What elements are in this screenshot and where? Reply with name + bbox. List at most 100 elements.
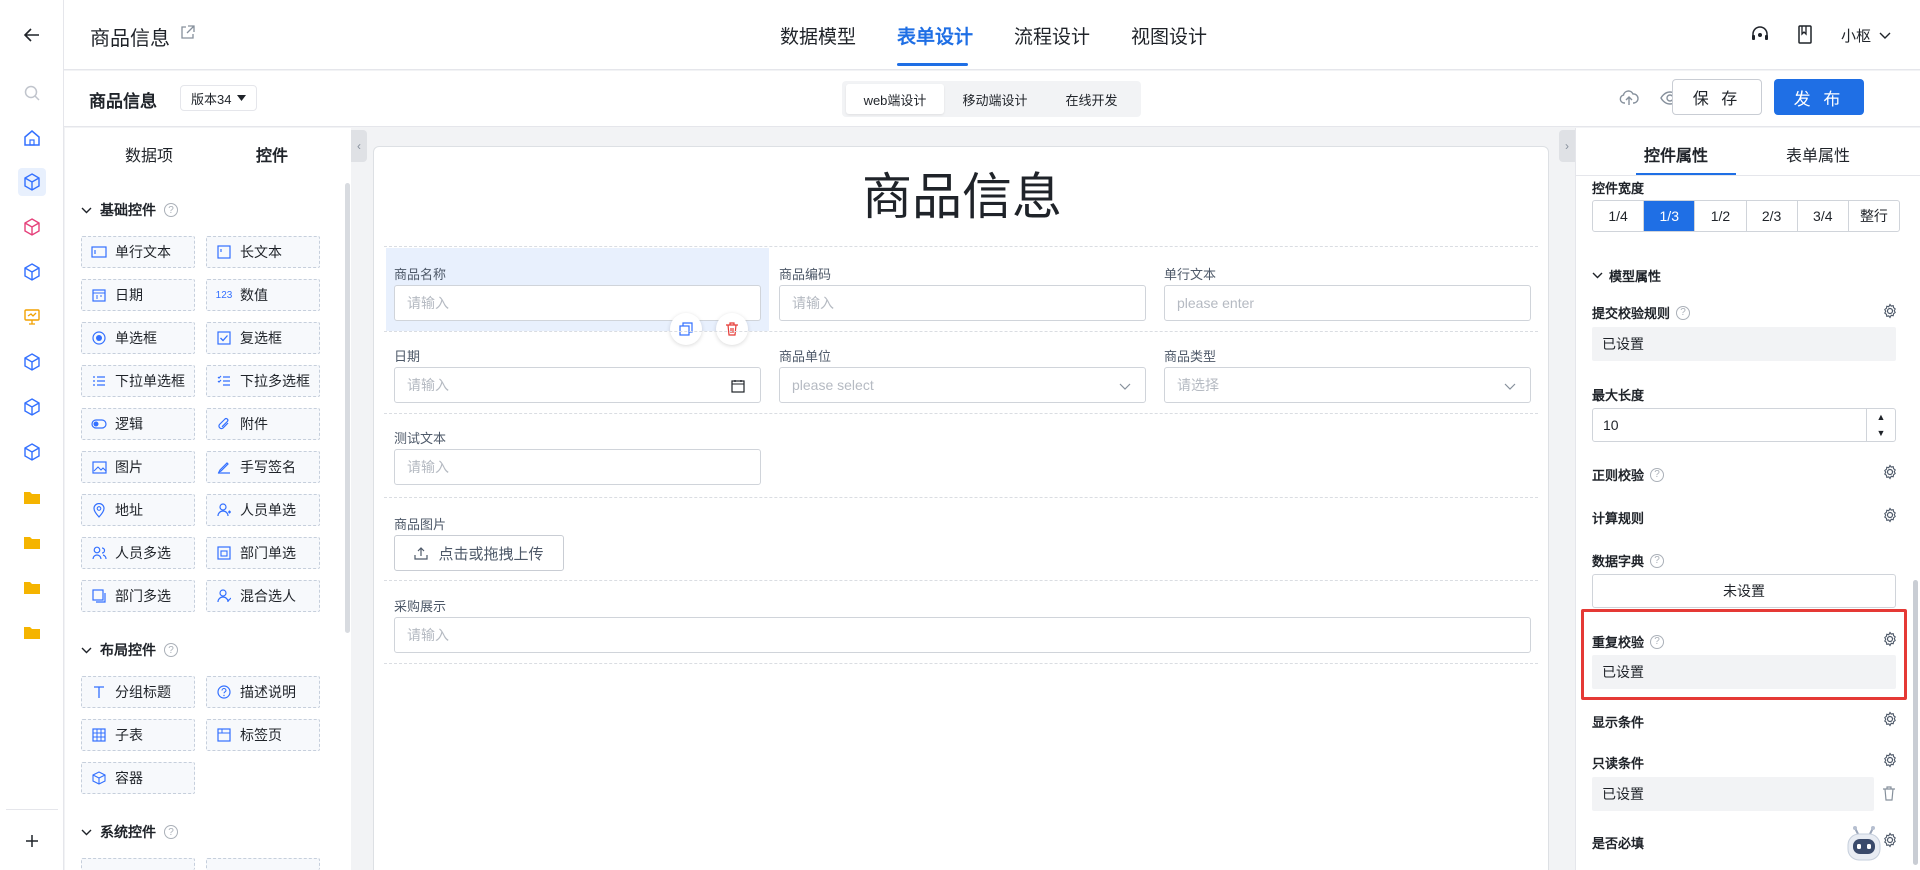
width-option[interactable]: 2/3: [1747, 201, 1798, 231]
scrollbar[interactable]: [1913, 580, 1918, 865]
delete-field-button[interactable]: [716, 313, 748, 345]
field-purchase-display[interactable]: 采购展示 请输入: [394, 596, 1532, 656]
control-single-line-text[interactable]: 单行文本: [81, 236, 195, 268]
tab-data-items[interactable]: 数据项: [125, 142, 173, 166]
cube-icon[interactable]: [18, 348, 46, 376]
control-description[interactable]: 描述说明: [206, 676, 320, 708]
tab-form-design[interactable]: 表单设计: [897, 22, 973, 49]
submit-rule-value[interactable]: 已设置: [1592, 327, 1896, 361]
document-icon[interactable]: [1797, 25, 1813, 45]
field-single-text[interactable]: 单行文本 please enter: [1164, 264, 1532, 324]
readonly-condition-value[interactable]: 已设置: [1592, 777, 1874, 811]
control-user-single[interactable]: 人员单选: [206, 494, 320, 526]
control-dropdown-single[interactable]: 下拉单选框: [81, 365, 195, 397]
control-signature[interactable]: 手写签名: [206, 451, 320, 483]
control-address[interactable]: 地址: [81, 494, 195, 526]
control-container[interactable]: 容器: [81, 762, 195, 794]
gear-icon[interactable]: [1882, 711, 1898, 727]
control-checkbox[interactable]: 复选框: [206, 322, 320, 354]
scrollbar[interactable]: [345, 183, 350, 633]
width-option-selected[interactable]: 1/3: [1644, 201, 1696, 231]
control-partial[interactable]: [206, 858, 320, 870]
cube-icon[interactable]: [18, 438, 46, 466]
duplicate-check-value[interactable]: 已设置: [1592, 655, 1896, 689]
control-partial[interactable]: [81, 858, 195, 870]
field-product-type[interactable]: 商品类型 请选择: [1164, 346, 1532, 406]
dictionary-button[interactable]: 未设置: [1592, 574, 1896, 608]
control-subtable[interactable]: 子表: [81, 719, 195, 751]
tab-data-model[interactable]: 数据模型: [780, 22, 856, 49]
user-menu[interactable]: 小枢: [1841, 25, 1891, 46]
stepper-up-icon[interactable]: ▲: [1877, 412, 1886, 422]
mode-web[interactable]: web端设计: [846, 84, 944, 114]
cube-icon[interactable]: [18, 258, 46, 286]
field-product-unit[interactable]: 商品单位 please select: [779, 346, 1147, 406]
field-date[interactable]: 日期 请输入: [394, 346, 762, 406]
width-option[interactable]: 1/4: [1593, 201, 1645, 231]
control-attachment[interactable]: 附件: [206, 408, 320, 440]
presentation-icon[interactable]: [18, 303, 46, 331]
width-option[interactable]: 3/4: [1798, 201, 1849, 231]
save-button[interactable]: 保 存: [1672, 79, 1762, 115]
control-group-title[interactable]: 分组标题: [81, 676, 195, 708]
search-icon[interactable]: [18, 79, 46, 107]
gear-icon[interactable]: [1882, 303, 1898, 319]
upload-button[interactable]: 点击或拖拽上传: [394, 535, 564, 571]
group-system-controls[interactable]: 系统控件 ?: [81, 822, 178, 842]
gear-icon[interactable]: [1882, 507, 1898, 523]
control-user-multi[interactable]: 人员多选: [81, 537, 195, 569]
test-text-input[interactable]: 请输入: [394, 449, 761, 485]
back-arrow-icon[interactable]: [18, 21, 46, 49]
control-date[interactable]: 日期: [81, 279, 195, 311]
control-long-text[interactable]: 长文本: [206, 236, 320, 268]
tab-control-properties[interactable]: 控件属性: [1644, 142, 1708, 166]
group-layout-controls[interactable]: 布局控件 ?: [81, 640, 178, 660]
copy-field-button[interactable]: [670, 313, 702, 345]
max-length-input[interactable]: 10: [1592, 408, 1896, 442]
control-dept-multi[interactable]: 部门多选: [81, 580, 195, 612]
tab-flow-design[interactable]: 流程设计: [1014, 22, 1090, 49]
stepper-down-icon[interactable]: ▼: [1877, 428, 1886, 438]
gear-icon[interactable]: [1882, 752, 1898, 768]
publish-button[interactable]: 发 布: [1774, 79, 1864, 115]
version-select[interactable]: 版本34: [180, 85, 258, 111]
control-image[interactable]: 图片: [81, 451, 195, 483]
width-option[interactable]: 整行: [1849, 201, 1899, 231]
cube-icon-active[interactable]: [18, 168, 46, 196]
support-headset-icon[interactable]: [1750, 25, 1770, 45]
collapse-left-icon[interactable]: ‹: [351, 130, 367, 162]
folder-icon[interactable]: [18, 574, 46, 602]
cube-icon-pink[interactable]: [18, 213, 46, 241]
folder-icon[interactable]: [18, 529, 46, 557]
cloud-upload-icon[interactable]: [1619, 89, 1639, 107]
control-dropdown-multi[interactable]: 下拉多选框: [206, 365, 320, 397]
field-product-image[interactable]: 商品图片 点击或拖拽上传: [394, 514, 762, 574]
tab-controls[interactable]: 控件: [256, 142, 288, 166]
field-product-code[interactable]: 商品编码 请输入: [779, 264, 1147, 324]
external-link-icon[interactable]: [180, 25, 195, 40]
product-unit-select[interactable]: please select: [779, 367, 1146, 403]
control-dept-single[interactable]: 部门单选: [206, 537, 320, 569]
tab-view-design[interactable]: 视图设计: [1131, 22, 1207, 49]
mode-mobile[interactable]: 移动端设计: [944, 84, 1046, 114]
field-test-text[interactable]: 测试文本 请输入: [394, 428, 762, 488]
cube-icon[interactable]: [18, 393, 46, 421]
control-logic[interactable]: 逻辑: [81, 408, 195, 440]
home-icon[interactable]: [18, 124, 46, 152]
model-section-toggle[interactable]: 模型属性: [1592, 266, 1661, 285]
product-name-input[interactable]: 请输入: [394, 285, 761, 321]
field-product-name[interactable]: 商品名称 请输入: [394, 264, 762, 324]
plus-icon[interactable]: [18, 827, 46, 855]
control-number[interactable]: 123 数值: [206, 279, 320, 311]
max-length-stepper[interactable]: ▲ ▼: [1866, 409, 1895, 441]
assistant-robot-icon[interactable]: [1843, 822, 1885, 864]
group-basic-controls[interactable]: 基础控件 ?: [81, 200, 178, 220]
product-code-input[interactable]: 请输入: [779, 285, 1146, 321]
gear-icon[interactable]: [1882, 464, 1898, 480]
date-input[interactable]: 请输入: [394, 367, 761, 403]
width-option[interactable]: 1/2: [1695, 201, 1747, 231]
tab-form-properties[interactable]: 表单属性: [1786, 142, 1850, 166]
mode-online-dev[interactable]: 在线开发: [1046, 84, 1137, 114]
gear-icon[interactable]: [1882, 631, 1898, 647]
single-text-input[interactable]: please enter: [1164, 285, 1531, 321]
